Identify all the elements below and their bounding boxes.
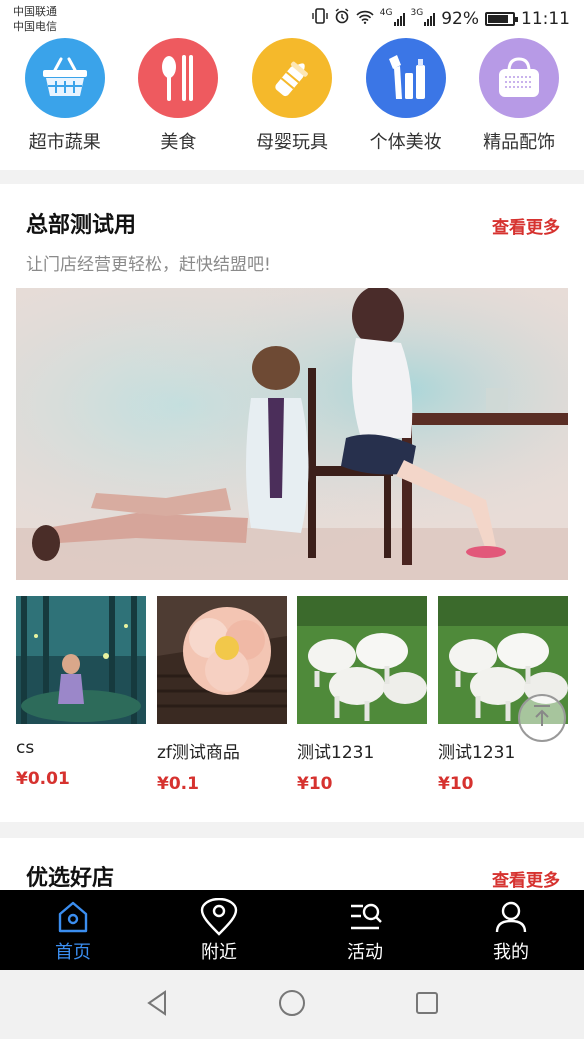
- product-price: ¥0.01: [16, 769, 70, 789]
- system-nav-bar: [0, 970, 584, 1039]
- tab-mine[interactable]: 我的: [438, 890, 584, 970]
- product-card[interactable]: 测试1231 ¥10: [297, 596, 429, 794]
- clock: 11:11: [521, 8, 570, 29]
- home-button[interactable]: [272, 985, 312, 1025]
- category-food[interactable]: 美食: [123, 38, 233, 170]
- back-to-top-button[interactable]: [518, 694, 566, 742]
- carrier-1: 中国联通: [13, 5, 57, 18]
- network-type-2: 3G: [410, 8, 424, 18]
- carrier-2: 中国电信: [13, 20, 57, 33]
- cutlery-icon: [138, 38, 219, 118]
- product-name: 测试1231: [297, 743, 375, 763]
- banner-illustration: [16, 288, 568, 580]
- view-more-link[interactable]: 查看更多: [492, 213, 560, 238]
- product-name: 测试1231: [438, 743, 516, 763]
- basket-icon: [24, 38, 105, 118]
- carrier-names: 中国联通 中国电信: [13, 4, 57, 34]
- section-divider: [0, 170, 584, 184]
- product-image: [157, 596, 287, 724]
- handbag-icon: [479, 38, 560, 118]
- status-icons: 4G 3G 92% 11:11: [312, 8, 570, 29]
- back-button[interactable]: [137, 985, 177, 1025]
- product-name: zf测试商品: [157, 743, 240, 763]
- baby-bottle-icon: [251, 38, 332, 118]
- tab-nearby[interactable]: 附近: [146, 890, 292, 970]
- product-image: [16, 596, 146, 724]
- product-card[interactable]: cs ¥0.01: [16, 596, 148, 789]
- circle-home-icon: [278, 989, 306, 1021]
- category-supermarket[interactable]: 超市蔬果: [10, 38, 120, 170]
- category-label: 个体美妆: [369, 132, 442, 153]
- arrow-up-icon: [531, 704, 553, 732]
- recents-button[interactable]: [407, 985, 447, 1025]
- cosmetics-icon: [365, 38, 446, 118]
- view-more-link[interactable]: 查看更多: [492, 866, 560, 891]
- product-price: ¥10: [438, 774, 474, 794]
- product-price: ¥10: [297, 774, 333, 794]
- section-title: 优选好店: [26, 866, 115, 891]
- section-subtitle: 让门店经营更轻松，赶快结盟吧!: [26, 255, 271, 275]
- category-accessories[interactable]: 精品配饰: [464, 38, 574, 170]
- category-row: 超市蔬果 美食 母婴玩具 个体美妆 精品配饰: [0, 38, 584, 170]
- tab-label: 首页: [55, 942, 91, 963]
- alarm-icon: [334, 8, 350, 29]
- category-baby-toys[interactable]: 母婴玩具: [237, 38, 347, 170]
- vibrate-icon: [312, 8, 328, 29]
- tab-label: 我的: [493, 942, 529, 963]
- section-divider: [0, 822, 584, 838]
- signal-2-icon: [424, 12, 436, 26]
- status-bar: 中国联通 中国电信 4G 3G 92% 11:11: [0, 0, 584, 38]
- category-label: 美食: [160, 132, 197, 153]
- category-cosmetics[interactable]: 个体美妆: [351, 38, 461, 170]
- home-icon: [56, 898, 90, 936]
- product-price: ¥0.1: [157, 774, 199, 794]
- triangle-back-icon: [145, 989, 169, 1020]
- category-label: 超市蔬果: [28, 132, 101, 153]
- wifi-icon: [356, 9, 374, 29]
- product-name: cs: [16, 738, 35, 758]
- tab-home[interactable]: 首页: [0, 890, 146, 970]
- tab-activity[interactable]: 活动: [292, 890, 438, 970]
- activity-search-icon: [347, 898, 383, 936]
- battery-icon: [485, 11, 518, 26]
- square-recents-icon: [415, 991, 439, 1019]
- bottom-tab-bar: 首页 附近 活动 我的: [0, 890, 584, 970]
- section-title: 总部测试用: [26, 213, 137, 238]
- product-image: [297, 596, 427, 724]
- location-pin-icon: [199, 898, 239, 936]
- user-icon: [494, 898, 528, 936]
- tab-label: 附近: [201, 942, 237, 963]
- category-label: 精品配饰: [483, 132, 556, 153]
- signal-1-icon: [393, 12, 405, 26]
- battery-percent: 92%: [441, 8, 479, 29]
- tab-label: 活动: [347, 942, 383, 963]
- banner-image[interactable]: [16, 288, 568, 580]
- category-label: 母婴玩具: [255, 132, 328, 153]
- network-type-1: 4G: [379, 8, 393, 18]
- product-card[interactable]: zf测试商品 ¥0.1: [157, 596, 289, 794]
